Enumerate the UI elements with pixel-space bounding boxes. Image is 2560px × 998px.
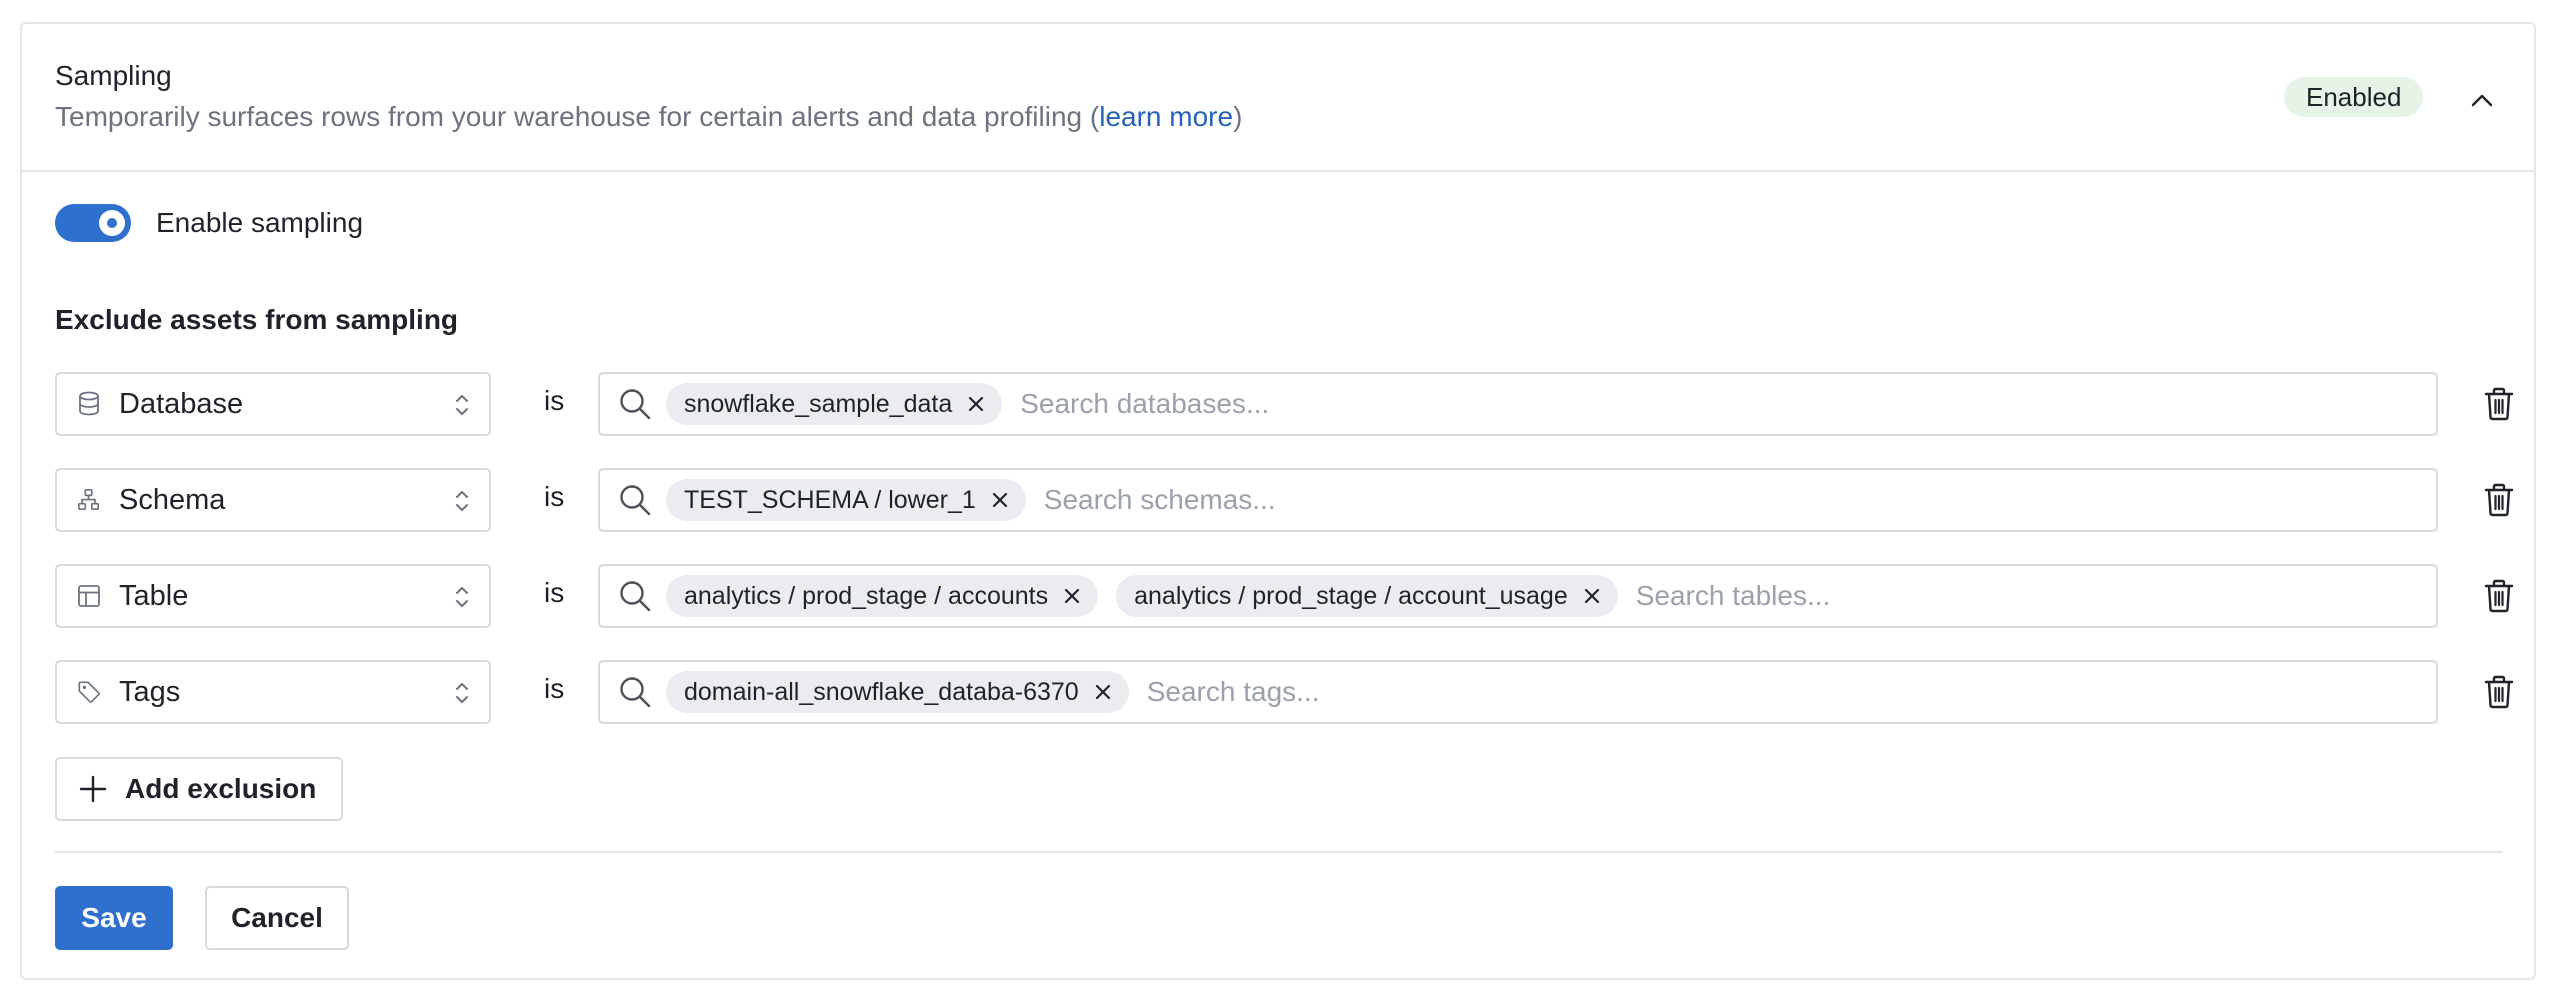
selected-chip: domain-all_snowflake_databa-6370	[666, 671, 1129, 713]
selected-chip: TEST_SCHEMA / lower_1	[666, 479, 1026, 521]
asset-type-select[interactable]: Table	[55, 564, 491, 628]
chevron-updown-icon	[456, 683, 468, 703]
close-icon	[969, 396, 984, 412]
trash-icon	[2484, 483, 2514, 517]
close-icon	[1095, 684, 1110, 700]
search-input[interactable]	[1018, 378, 2436, 430]
exclusion-row-tags: Tags is domain-all_snowflake_databa-6370	[55, 660, 2525, 724]
asset-type-label: Table	[119, 579, 189, 612]
operator-label: is	[544, 385, 565, 416]
asset-type-label: Database	[119, 387, 244, 420]
asset-type-select[interactable]: Tags	[55, 660, 491, 724]
enable-sampling-toggle[interactable]	[55, 204, 131, 242]
search-icon	[616, 673, 654, 711]
search-input[interactable]	[1633, 570, 2436, 622]
chip-label: analytics / prod_stage / account_usage	[1134, 581, 1568, 610]
selected-chip: analytics / prod_stage / account_usage	[1116, 575, 1618, 617]
exclusion-row-table: Table is analytics / prod_stage / accoun…	[55, 564, 2525, 628]
asset-search-box[interactable]: TEST_SCHEMA / lower_1	[598, 468, 2438, 532]
search-icon	[616, 577, 654, 615]
save-button[interactable]: Save	[55, 886, 173, 950]
asset-type-select[interactable]: Database	[55, 372, 491, 436]
chevron-up-icon	[2471, 94, 2493, 107]
collapse-button[interactable]	[2462, 80, 2502, 120]
delete-row-button[interactable]	[2479, 384, 2519, 424]
add-exclusion-button[interactable]: Add exclusion	[55, 757, 343, 821]
sampling-header[interactable]: Sampling Temporarily surfaces rows from …	[22, 24, 2534, 172]
search-icon	[616, 481, 654, 519]
trash-icon	[2484, 675, 2514, 709]
asset-type-label: Schema	[119, 483, 226, 516]
remove-chip-button[interactable]	[1062, 586, 1082, 606]
remove-chip-button[interactable]	[1582, 586, 1602, 606]
trash-icon	[2484, 387, 2514, 421]
chevron-updown-icon	[456, 587, 468, 607]
enable-sampling-label: Enable sampling	[156, 207, 364, 238]
chevron-updown-icon	[456, 395, 468, 415]
selected-chip: snowflake_sample_data	[666, 383, 1003, 425]
table-icon	[77, 584, 101, 608]
search-input[interactable]	[1041, 474, 2436, 526]
exclusion-row-database: Database is snowflake_sample_data	[55, 372, 2525, 436]
asset-search-box[interactable]: snowflake_sample_data	[598, 372, 2438, 436]
add-exclusion-label: Add exclusion	[125, 773, 317, 804]
description-end: )	[1233, 101, 1243, 132]
divider	[55, 851, 2503, 853]
remove-chip-button[interactable]	[966, 394, 986, 414]
chip-label: domain-all_snowflake_databa-6370	[684, 677, 1079, 706]
remove-chip-button[interactable]	[990, 490, 1010, 510]
operator-label: is	[544, 577, 565, 608]
sampling-card: Sampling Temporarily surfaces rows from …	[20, 22, 2536, 980]
plus-icon	[77, 773, 109, 805]
chip-label: snowflake_sample_data	[684, 389, 953, 418]
search-input[interactable]	[1144, 666, 2436, 718]
tag-icon	[77, 680, 101, 704]
close-icon	[992, 492, 1007, 508]
operator-label: is	[544, 673, 565, 704]
trash-icon	[2484, 579, 2514, 613]
selected-chip: analytics / prod_stage / accounts	[666, 575, 1099, 617]
enable-sampling-row: Enable sampling	[55, 204, 363, 242]
database-icon	[77, 391, 101, 416]
asset-type-select[interactable]: Schema	[55, 468, 491, 532]
close-icon	[1584, 588, 1599, 604]
delete-row-button[interactable]	[2479, 576, 2519, 616]
search-icon	[616, 385, 654, 423]
delete-row-button[interactable]	[2479, 480, 2519, 520]
close-icon	[1065, 588, 1080, 604]
delete-row-button[interactable]	[2479, 672, 2519, 712]
exclusions-title: Exclude assets from sampling	[55, 304, 459, 335]
operator-label: is	[544, 481, 565, 512]
asset-search-box[interactable]: analytics / prod_stage / accounts analyt…	[598, 564, 2438, 628]
asset-search-box[interactable]: domain-all_snowflake_databa-6370	[598, 660, 2438, 724]
chevron-updown-icon	[456, 491, 468, 511]
schema-icon	[77, 488, 101, 512]
chip-label: analytics / prod_stage / accounts	[684, 581, 1049, 610]
toggle-knob	[99, 210, 125, 236]
status-badge: Enabled	[2284, 77, 2424, 117]
description-text: Temporarily surfaces rows from your ware…	[55, 101, 1100, 132]
asset-type-label: Tags	[119, 675, 181, 708]
remove-chip-button[interactable]	[1093, 682, 1113, 702]
section-title: Sampling	[55, 60, 172, 91]
learn-more-link[interactable]: learn more	[1099, 101, 1233, 132]
cancel-button[interactable]: Cancel	[205, 886, 349, 950]
chip-label: TEST_SCHEMA / lower_1	[684, 485, 976, 514]
section-description: Temporarily surfaces rows from your ware…	[55, 101, 1242, 133]
exclusion-row-schema: Schema is TEST_SCHEMA / lower_1	[55, 468, 2525, 532]
